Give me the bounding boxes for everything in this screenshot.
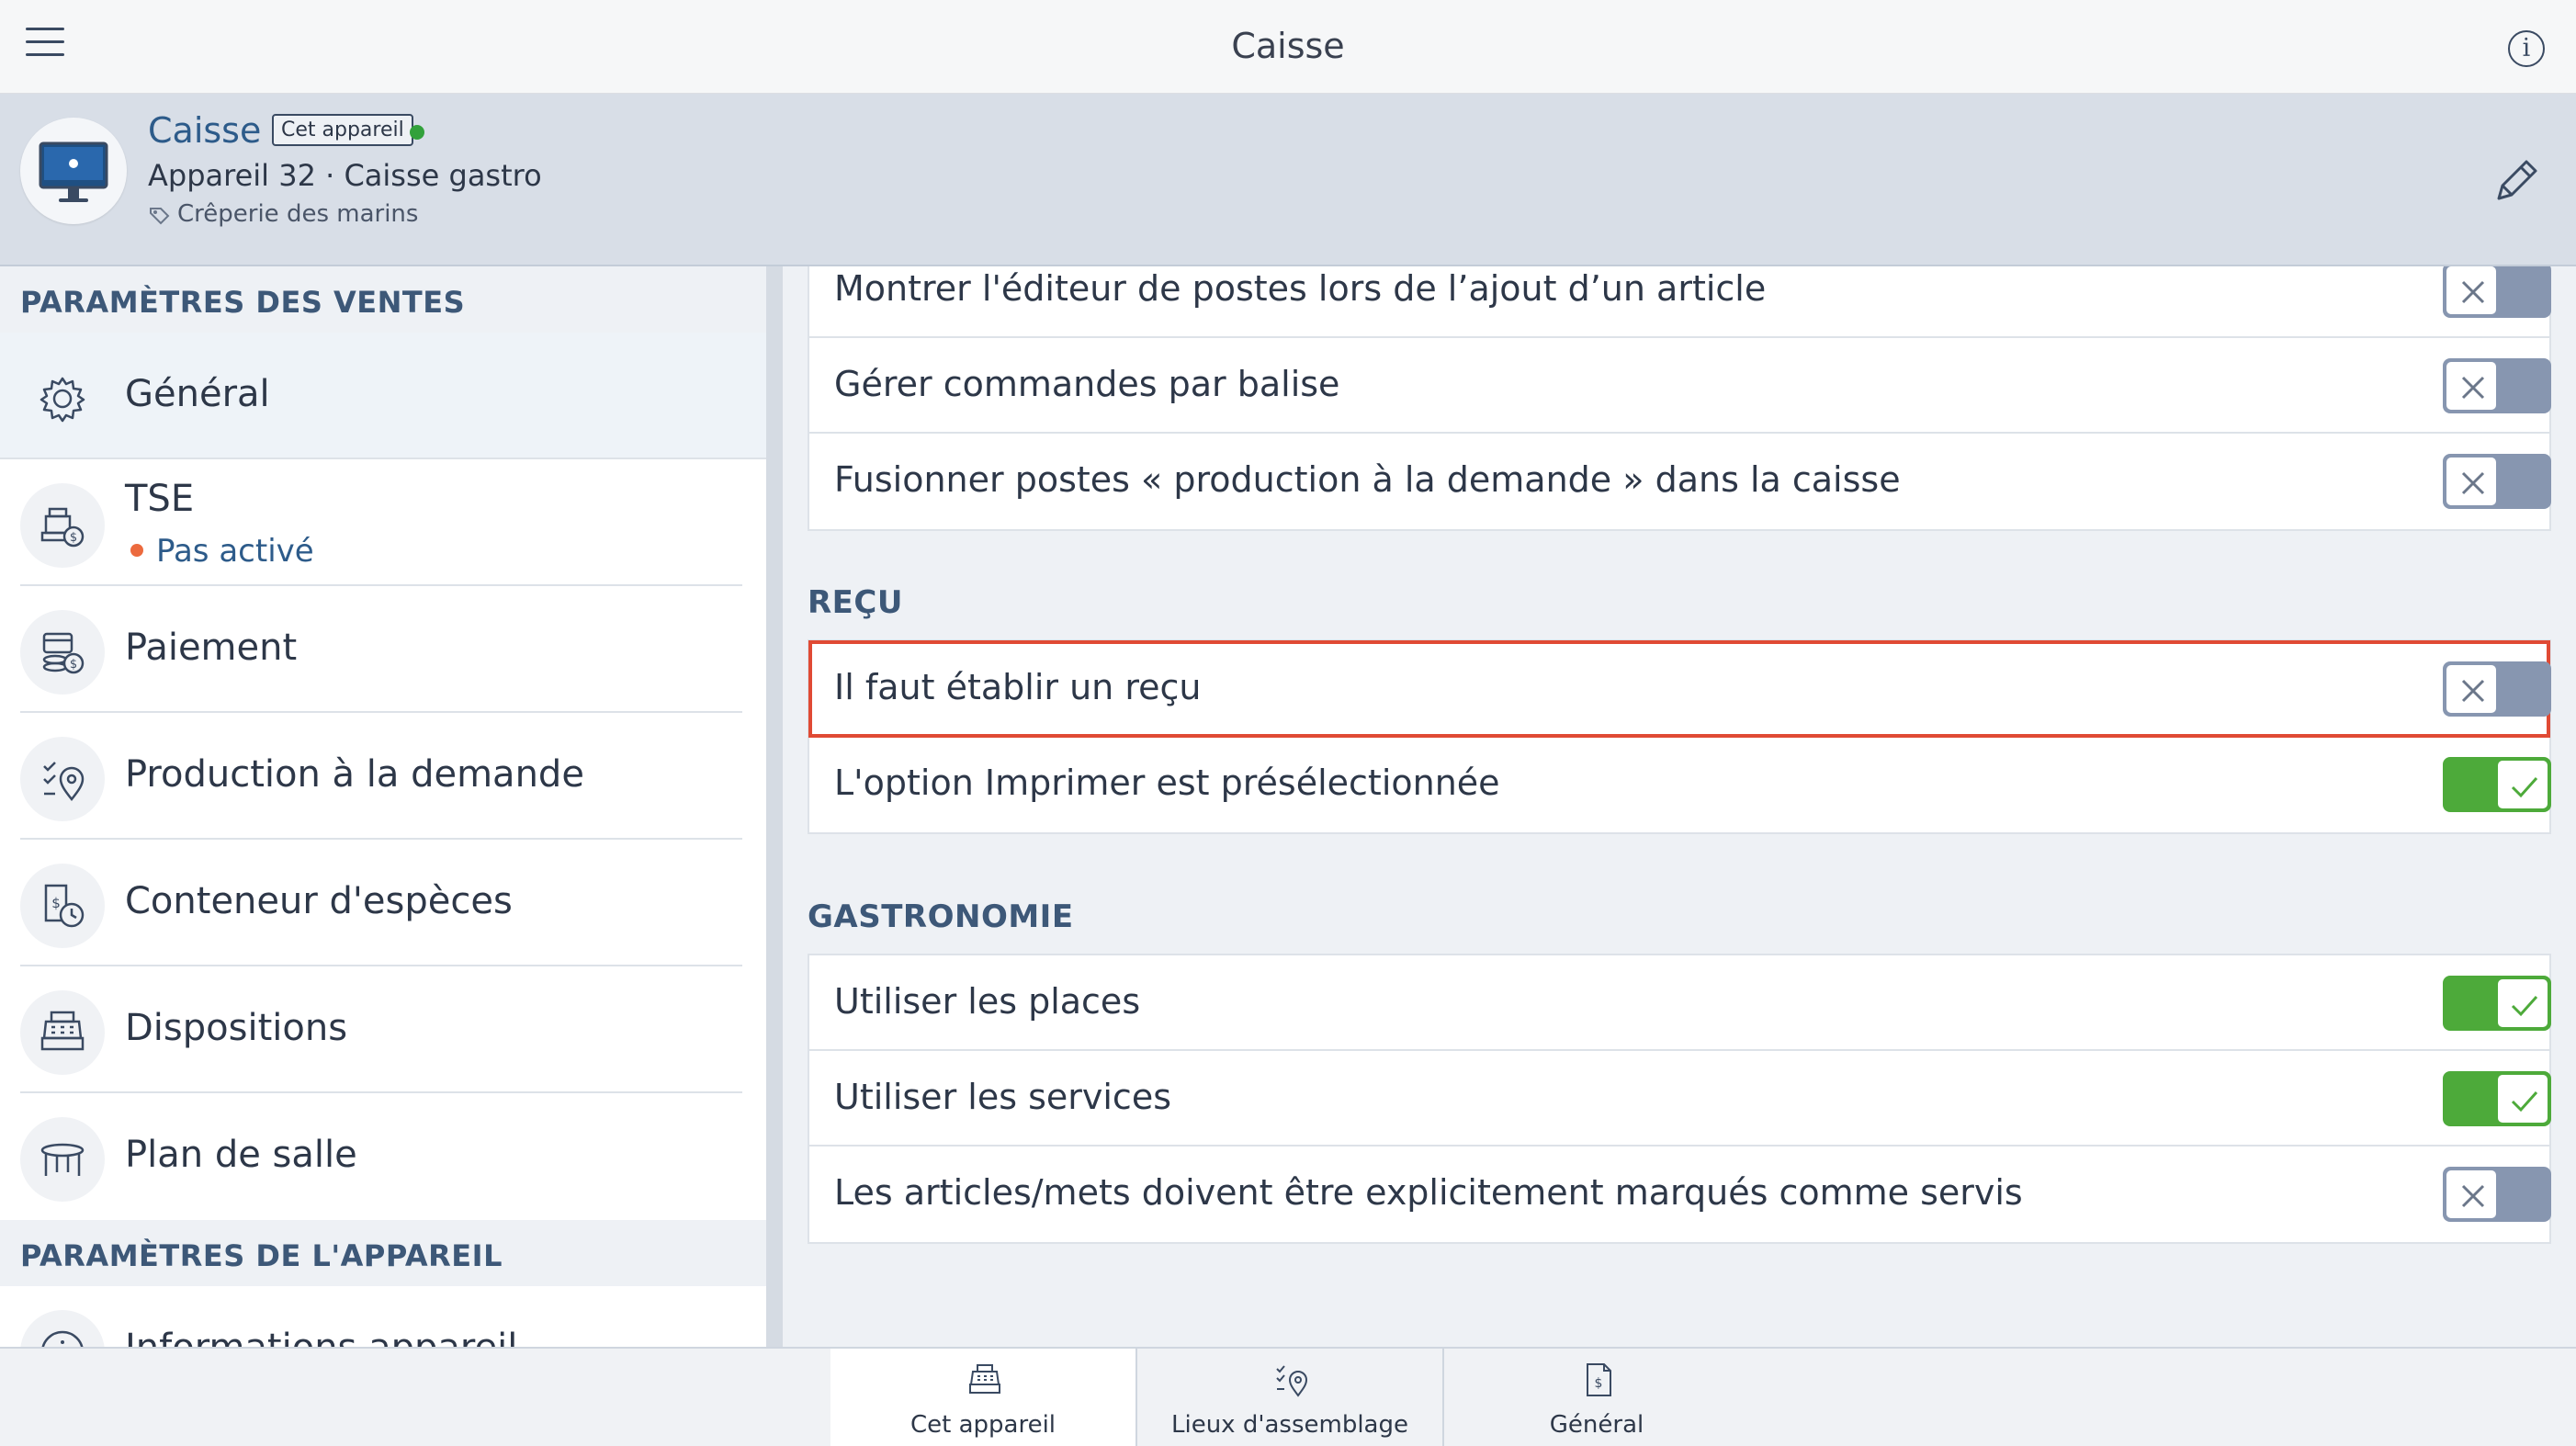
payment-icon: $ — [20, 610, 105, 695]
check-icon — [2511, 1090, 2538, 1113]
tse-status: Pas activé — [130, 533, 314, 570]
sidebar-item-label: Plan de salle — [125, 1134, 357, 1176]
device-subtitle: Appareil 32 · Caisse gastro — [148, 158, 542, 193]
svg-text:$: $ — [70, 658, 77, 672]
sidebar-item-cash-container[interactable]: $ Conteneur d'espèces — [0, 840, 766, 966]
setting-label: Montrer l'éditeur de postes lors de l’aj… — [834, 268, 1767, 309]
setting-label: Il faut établir un reçu — [834, 667, 1202, 707]
svg-text:$: $ — [1595, 1376, 1603, 1391]
tab-this-device[interactable]: Cet appareil — [830, 1349, 1135, 1446]
x-icon — [2461, 1184, 2485, 1208]
setting-row: Utiliser les places — [809, 955, 2551, 1051]
toggle-position-editor[interactable] — [2443, 266, 2551, 318]
top-bar: Caisse i — [0, 0, 2576, 94]
toggle-mark-served[interactable] — [2443, 1167, 2551, 1222]
sidebar-item-label: Conteneur d'espèces — [125, 880, 513, 922]
production-location-icon — [20, 737, 105, 821]
sidebar-item-dispositions[interactable]: Dispositions — [0, 966, 766, 1093]
monitor-icon — [39, 141, 108, 202]
toggle-merge-production[interactable] — [2443, 454, 2551, 509]
toggle-receipt-required[interactable] — [2443, 661, 2551, 717]
svg-text:$: $ — [70, 531, 77, 545]
sidebar-item-label: Général — [125, 373, 270, 415]
tab-label: Cet appareil — [910, 1411, 1056, 1439]
sidebar-item-label: Paiement — [125, 627, 298, 669]
device-avatar — [20, 118, 127, 224]
sidebar-item-device-info[interactable]: Informations appareil — [0, 1286, 766, 1347]
settings-group-gastronomy: Utiliser les places Utiliser les service… — [808, 954, 2551, 1244]
toggle-use-services[interactable] — [2443, 1071, 2551, 1126]
table-icon — [20, 1117, 105, 1202]
setting-label: Gérer commandes par balise — [834, 364, 1340, 404]
setting-row: Utiliser les services — [809, 1051, 2551, 1147]
this-device-badge: Cet appareil — [272, 114, 413, 146]
tab-label: Général — [1549, 1411, 1644, 1439]
sidebar-item-production[interactable]: Production à la demande — [0, 713, 766, 840]
page-title: Caisse — [1231, 26, 1345, 66]
setting-label: Utiliser les services — [834, 1077, 1171, 1117]
sidebar-item-label: Dispositions — [125, 1007, 348, 1049]
sidebar-item-payment[interactable]: $ Paiement — [0, 586, 766, 713]
tse-device-icon: $ — [20, 483, 105, 568]
tab-label: Lieux d'assemblage — [1171, 1411, 1408, 1439]
online-status-dot — [410, 125, 424, 140]
x-icon — [2461, 280, 2485, 304]
sidebar: PARAMÈTRES DES VENTES Général $ TSE Pas … — [0, 266, 766, 1347]
x-icon — [2461, 471, 2485, 495]
sidebar-item-label: Production à la demande — [125, 753, 584, 796]
toggle-use-places[interactable] — [2443, 976, 2551, 1031]
check-icon — [2511, 776, 2538, 798]
setting-row: Les articles/mets doivent être explicite… — [809, 1147, 2551, 1242]
section-title-receipt: REÇU — [808, 584, 903, 621]
document-dollar-icon: $ — [1587, 1363, 1611, 1396]
setting-label: Utiliser les places — [834, 981, 1141, 1022]
setting-row: L'option Imprimer est présélectionnée — [809, 737, 2551, 832]
x-icon — [2461, 376, 2485, 400]
setting-row: Fusionner postes « production à la deman… — [809, 434, 2551, 529]
tab-assembly-locations[interactable]: Lieux d'assemblage — [1137, 1349, 1442, 1446]
settings-group-receipt: Il faut établir un reçu L'option Imprime… — [808, 639, 2551, 834]
setting-label: L'option Imprimer est présélectionnée — [834, 763, 1500, 803]
section-device-settings: PARAMÈTRES DE L'APPAREIL — [0, 1220, 766, 1286]
x-icon — [2461, 679, 2485, 703]
setting-row: Gérer commandes par balise — [809, 338, 2551, 434]
toggle-print-preselected[interactable] — [2443, 757, 2551, 812]
setting-label: Les articles/mets doivent être explicite… — [834, 1172, 2023, 1213]
setting-row: Montrer l'éditeur de postes lors de l’aj… — [809, 266, 2551, 338]
sidebar-item-tse[interactable]: $ TSE Pas activé — [0, 459, 766, 586]
check-icon — [2511, 995, 2538, 1017]
toggle-order-tags[interactable] — [2443, 358, 2551, 413]
cash-register-icon — [20, 990, 105, 1075]
svg-text:$: $ — [51, 895, 61, 911]
gear-icon — [20, 356, 105, 441]
sidebar-item-general[interactable]: Général — [0, 333, 766, 459]
cash-container-icon: $ — [20, 864, 105, 948]
sidebar-item-label: Informations appareil — [125, 1327, 517, 1347]
edit-pencil-icon[interactable] — [2491, 154, 2543, 206]
tab-general[interactable]: $ Général — [1444, 1349, 1749, 1446]
location-tag-icon — [150, 208, 170, 225]
section-sales-settings: PARAMÈTRES DES VENTES — [0, 266, 766, 333]
settings-group-general: Montrer l'éditeur de postes lors de l’aj… — [808, 266, 2551, 531]
info-icon — [20, 1310, 105, 1347]
sidebar-item-label: TSE — [125, 478, 195, 520]
sidebar-item-floor-plan[interactable]: Plan de salle — [0, 1093, 766, 1220]
setting-label: Fusionner postes « production à la deman… — [834, 459, 1901, 500]
cash-register-icon — [969, 1364, 1000, 1394]
assembly-location-icon — [1276, 1365, 1308, 1397]
tse-status-text: Pas activé — [156, 533, 314, 570]
device-location: Crêperie des marins — [177, 200, 419, 228]
device-header: Caisse 1 Cet appareil Appareil 32 · Cais… — [0, 94, 2576, 266]
section-title-gastronomy: GASTRONOMIE — [808, 898, 1074, 935]
status-dot — [130, 543, 143, 557]
sidebar-scrollbar[interactable] — [766, 266, 783, 1347]
setting-row-highlighted: Il faut établir un reçu — [808, 640, 2551, 738]
settings-panel: Montrer l'éditeur de postes lors de l’aj… — [783, 266, 2576, 1347]
bottom-tab-bar: Cet appareil Lieux d'assemblage $ Généra… — [0, 1347, 2576, 1446]
info-icon[interactable]: i — [2508, 30, 2545, 67]
